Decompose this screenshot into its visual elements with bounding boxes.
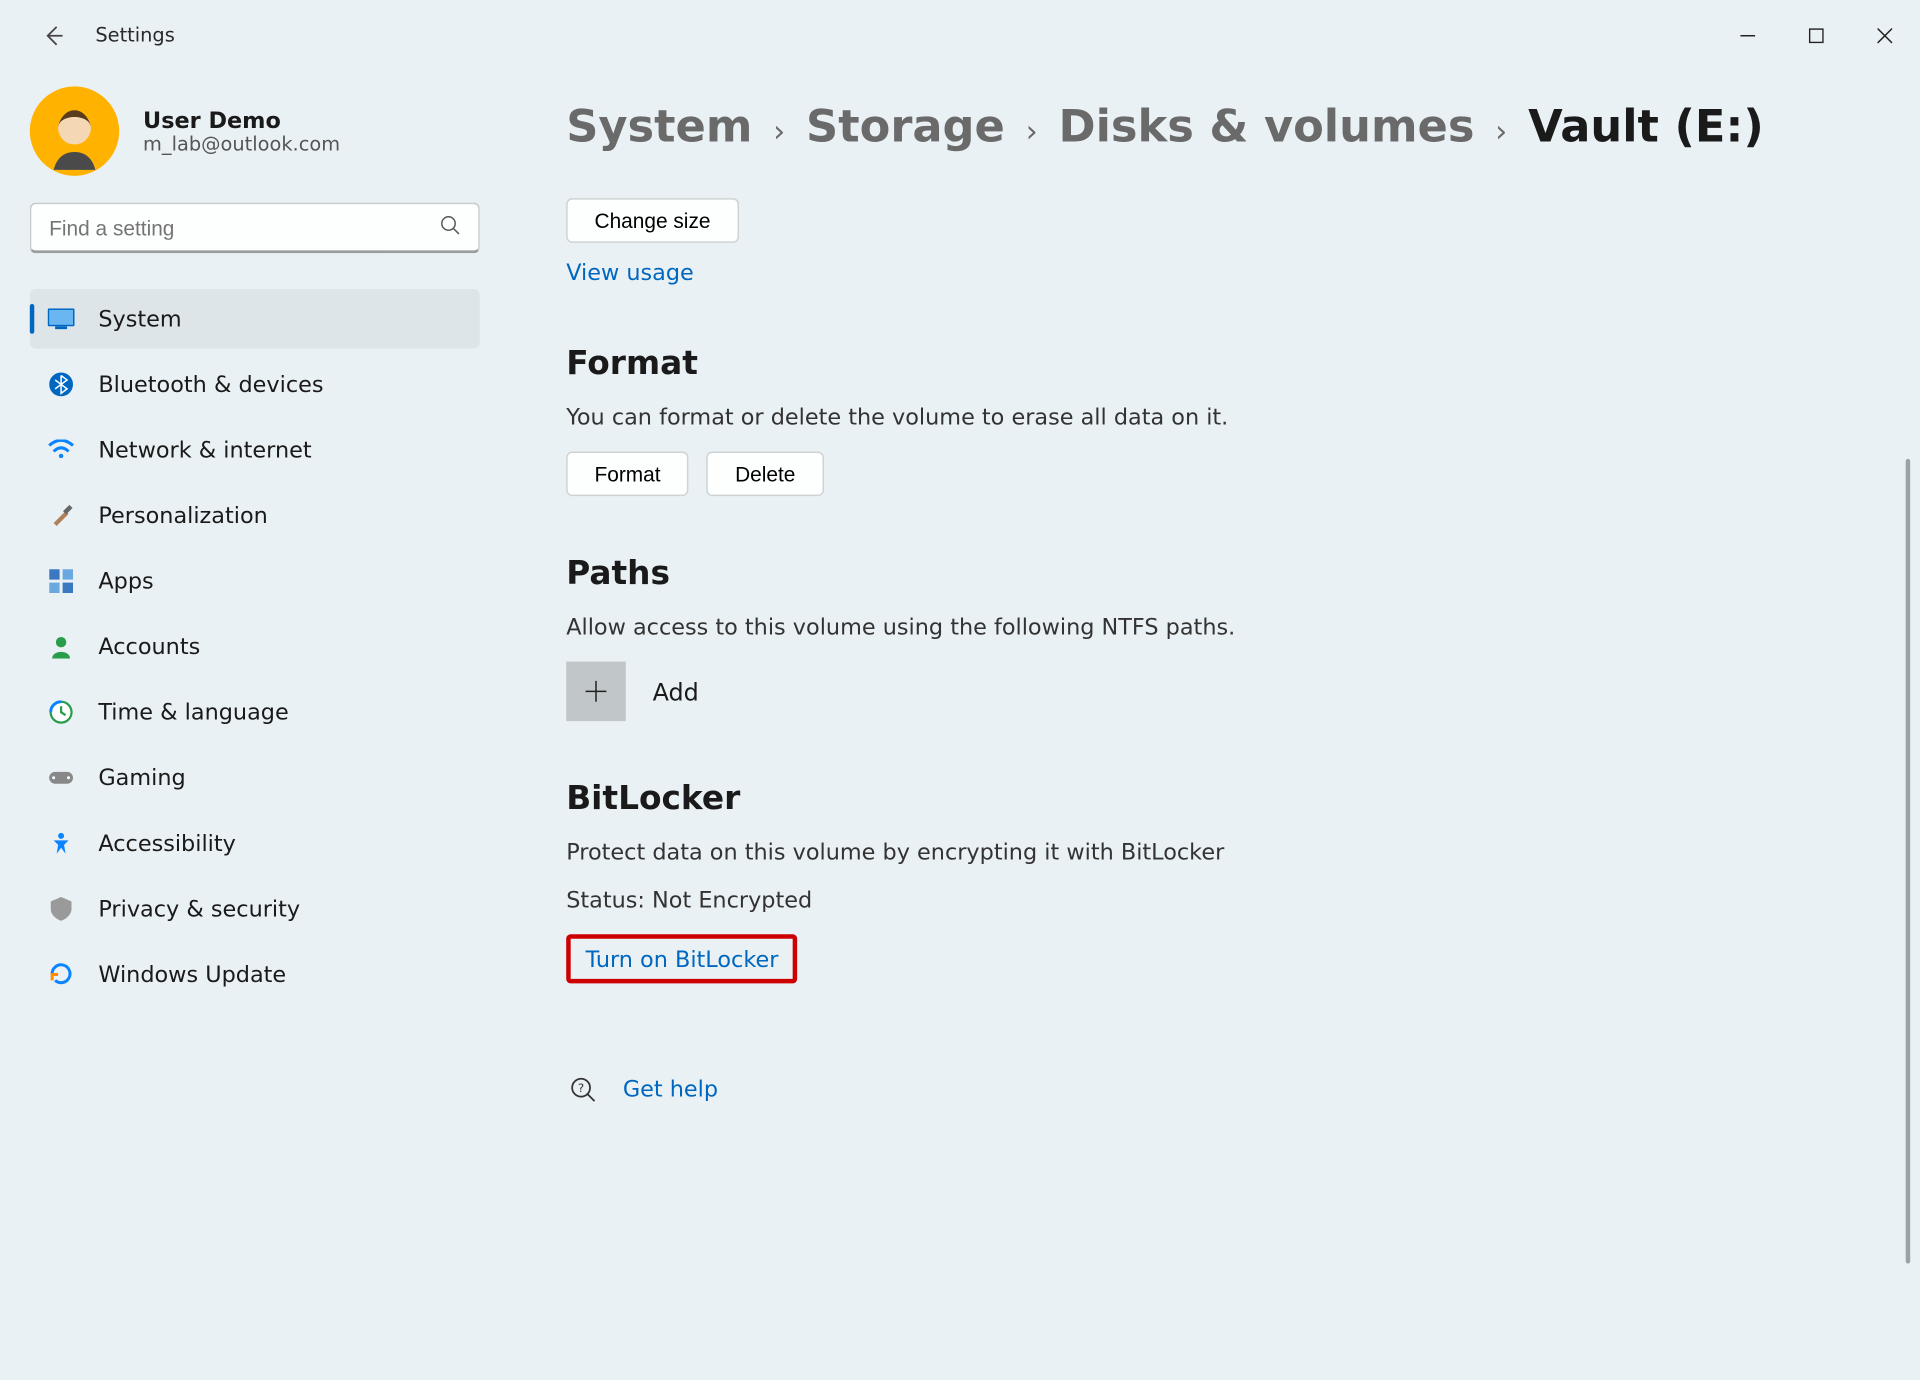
search-box[interactable] (30, 203, 480, 254)
plus-icon (584, 679, 608, 703)
breadcrumb: System › Storage › Disks & volumes › Vau… (566, 101, 1859, 153)
sidebar-item-privacy[interactable]: Privacy & security (30, 879, 480, 939)
change-size-button[interactable]: Change size (566, 198, 739, 243)
clock-icon (45, 696, 78, 729)
breadcrumb-current: Vault (E:) (1528, 101, 1764, 153)
delete-button[interactable]: Delete (707, 451, 824, 496)
format-desc: You can format or delete the volume to e… (566, 404, 1859, 431)
highlight-annotation: Turn on BitLocker (566, 934, 798, 983)
view-usage-link[interactable]: View usage (566, 259, 694, 286)
user-email: m_lab@outlook.com (143, 133, 340, 155)
gamepad-icon (45, 761, 78, 794)
user-block[interactable]: User Demo m_lab@outlook.com (30, 86, 480, 175)
bitlocker-desc: Protect data on this volume by encryptin… (566, 839, 1859, 866)
minimize-icon (1740, 28, 1755, 43)
paths-heading: Paths (566, 556, 1859, 593)
nav-list: System Bluetooth & devices Network & int… (30, 289, 480, 1004)
sidebar-item-accessibility[interactable]: Accessibility (30, 814, 480, 874)
window-controls (1714, 12, 1920, 60)
sidebar-item-label: Time & language (98, 699, 288, 726)
sidebar-item-label: Privacy & security (98, 895, 300, 922)
svg-text:?: ? (578, 1081, 584, 1095)
help-icon: ? (566, 1073, 599, 1106)
search-input[interactable] (49, 215, 439, 239)
accessibility-icon (45, 827, 78, 860)
content-pane: System › Storage › Disks & volumes › Vau… (507, 72, 1920, 1380)
scrollbar-thumb[interactable] (1906, 459, 1910, 1264)
add-path-label: Add (653, 677, 699, 705)
sidebar-item-label: Personalization (98, 502, 267, 529)
titlebar: Settings (0, 0, 1919, 72)
search-icon (440, 214, 461, 241)
bluetooth-icon (45, 368, 78, 401)
sidebar-item-label: Windows Update (98, 961, 286, 988)
sidebar-item-label: Gaming (98, 764, 185, 791)
breadcrumb-disks[interactable]: Disks & volumes (1058, 101, 1474, 153)
close-icon (1877, 28, 1892, 43)
breadcrumb-storage[interactable]: Storage (806, 101, 1005, 153)
sidebar-item-label: Accounts (98, 633, 200, 660)
sidebar-item-label: Accessibility (98, 830, 236, 857)
chevron-right-icon: › (773, 113, 785, 149)
sidebar-item-gaming[interactable]: Gaming (30, 748, 480, 808)
back-button[interactable] (30, 12, 78, 60)
close-button[interactable] (1851, 12, 1920, 60)
person-icon (45, 630, 78, 663)
shield-icon (45, 893, 78, 926)
sidebar-item-apps[interactable]: Apps (30, 551, 480, 611)
minimize-button[interactable] (1714, 12, 1783, 60)
app-title: Settings (95, 25, 174, 47)
user-name: User Demo (143, 107, 340, 134)
paths-desc: Allow access to this volume using the fo… (566, 614, 1859, 641)
sidebar-item-label: Apps (98, 568, 153, 595)
maximize-button[interactable] (1782, 12, 1851, 60)
sidebar-item-accounts[interactable]: Accounts (30, 617, 480, 677)
turn-on-bitlocker-link[interactable]: Turn on BitLocker (586, 946, 779, 973)
get-help-link[interactable]: Get help (623, 1076, 718, 1103)
format-button[interactable]: Format (566, 451, 689, 496)
apps-icon (45, 565, 78, 598)
maximize-icon (1809, 28, 1824, 43)
bitlocker-status: Status: Not Encrypted (566, 887, 1859, 914)
avatar (30, 86, 119, 175)
wifi-icon (45, 434, 78, 467)
format-heading: Format (566, 346, 1859, 383)
chevron-right-icon: › (1026, 113, 1038, 149)
sidebar-item-bluetooth[interactable]: Bluetooth & devices (30, 355, 480, 415)
back-arrow-icon (42, 24, 66, 48)
system-icon (45, 302, 78, 335)
sidebar-item-label: Network & internet (98, 437, 311, 464)
sidebar-item-time[interactable]: Time & language (30, 682, 480, 742)
brush-icon (45, 499, 78, 532)
chevron-right-icon: › (1495, 113, 1507, 149)
sidebar-item-personalization[interactable]: Personalization (30, 486, 480, 546)
sidebar-item-label: System (98, 305, 181, 332)
get-help-row[interactable]: ? Get help (566, 1073, 1859, 1106)
sidebar-item-update[interactable]: Windows Update (30, 945, 480, 1005)
sidebar-item-label: Bluetooth & devices (98, 371, 323, 398)
sidebar: User Demo m_lab@outlook.com System Bluet… (0, 72, 507, 1380)
breadcrumb-system[interactable]: System (566, 101, 752, 153)
bitlocker-heading: BitLocker (566, 781, 1859, 818)
add-path-button[interactable] (566, 662, 626, 722)
sidebar-item-system[interactable]: System (30, 289, 480, 349)
update-icon (45, 958, 78, 991)
sidebar-item-network[interactable]: Network & internet (30, 420, 480, 480)
